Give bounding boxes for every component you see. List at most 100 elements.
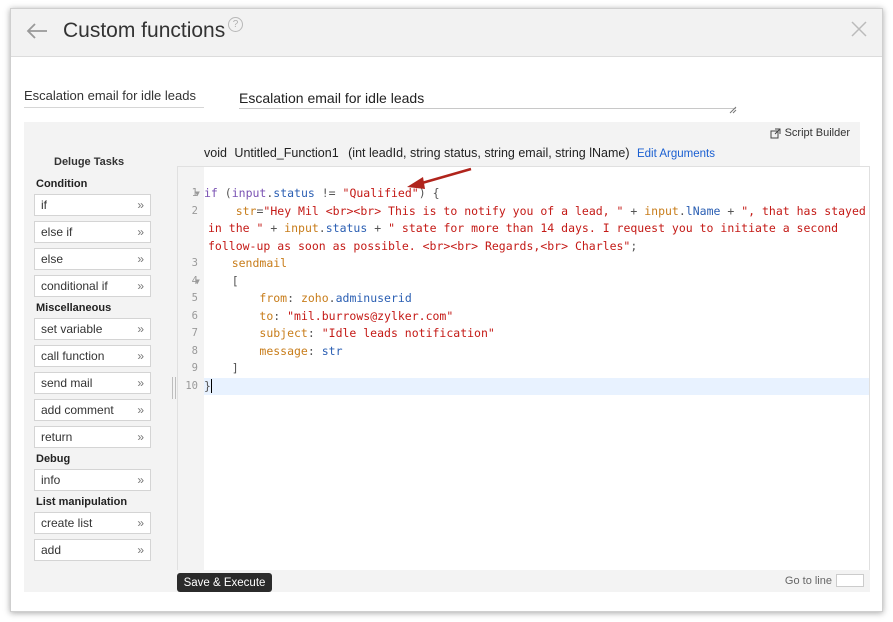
- line-number: 9: [191, 362, 198, 374]
- code-token: (: [217, 186, 232, 200]
- code-token: ]: [231, 361, 239, 375]
- task-label: return: [41, 430, 73, 444]
- code-token: "Hey Mil <br><br> This is to notify you …: [263, 203, 624, 218]
- code-token: +: [367, 221, 389, 235]
- save-execute-button[interactable]: Save & Execute: [177, 573, 272, 592]
- task-label: set variable: [41, 322, 103, 336]
- edit-arguments-link[interactable]: Edit Arguments: [637, 148, 715, 160]
- task-label: call function: [41, 349, 105, 363]
- fold-toggle-icon[interactable]: ▼: [195, 273, 200, 291]
- custom-functions-dialog: Custom functions ? Escalation email for …: [10, 8, 883, 612]
- code-token: from: [259, 291, 288, 305]
- line-number: 10: [185, 379, 198, 392]
- section-debug: Debug: [36, 453, 71, 465]
- code-line-3: 3 sendmail: [192, 255, 869, 273]
- script-builder-button[interactable]: Script Builder: [770, 127, 850, 139]
- section-miscellaneous: Miscellaneous: [36, 302, 112, 314]
- code-token: }: [204, 378, 211, 393]
- code-line-2: 2 str="Hey Mil <br><br> This is to notif…: [192, 203, 869, 256]
- double-chevron-right-icon: »: [137, 198, 144, 212]
- editor-footer: Save & Execute Go to line: [177, 570, 870, 592]
- code-line-9: 9 ]: [192, 360, 869, 378]
- task-set-variable[interactable]: set variable »: [34, 318, 151, 340]
- function-name-input[interactable]: [239, 87, 736, 109]
- code-token: :: [307, 326, 322, 340]
- code-token: +: [720, 203, 742, 218]
- tasks-list[interactable]: Condition if » else if » else » conditional…: [34, 176, 154, 588]
- code-token: str: [235, 203, 257, 218]
- code-line-4: 4 ▼ [: [192, 273, 869, 291]
- code-line-10: 10}: [185, 377, 869, 395]
- code-content[interactable]: 1 ▼ if (input.status != "Qualified") { 2 s…: [185, 185, 869, 395]
- task-else[interactable]: else »: [34, 248, 151, 270]
- code-token: input: [644, 203, 679, 218]
- deluge-tasks-panel: Deluge Tasks Condition if » else if » else…: [24, 146, 164, 592]
- code-token: message: [259, 343, 308, 358]
- back-arrow-icon[interactable]: [25, 21, 49, 41]
- double-chevron-right-icon: »: [137, 279, 144, 293]
- double-chevron-right-icon: »: [137, 543, 144, 557]
- line-number: 7: [191, 327, 198, 339]
- task-if[interactable]: if »: [34, 194, 151, 216]
- code-token: .: [328, 291, 336, 305]
- code-line-8: 8 message: str: [192, 343, 869, 361]
- code-token: "Idle leads notification": [321, 326, 495, 340]
- line-number: 3: [191, 257, 198, 269]
- code-editor[interactable]: 1 ▼ if (input.status != "Qualified") { 2 s…: [177, 166, 870, 592]
- task-create-list[interactable]: create list »: [34, 512, 151, 534]
- code-line-1: 1 ▼ if (input.status != "Qualified") {: [192, 185, 869, 203]
- script-editor-area: Script Builder void Untitled_Function1 (…: [24, 122, 870, 592]
- task-label: add comment: [41, 403, 114, 417]
- code-token: to: [259, 308, 274, 323]
- double-chevron-right-icon: »: [137, 376, 144, 390]
- double-chevron-right-icon: »: [137, 322, 144, 336]
- task-else-if[interactable]: else if »: [34, 221, 151, 243]
- code-token: !=: [314, 186, 343, 200]
- line-number: 2: [191, 204, 198, 217]
- code-token: +: [623, 203, 645, 218]
- code-token: lName: [685, 203, 721, 218]
- function-params: (int leadId, string status, string email…: [348, 146, 630, 160]
- code-token: if: [204, 186, 218, 200]
- close-icon[interactable]: [850, 20, 868, 38]
- goto-line-label: Go to line: [784, 575, 832, 587]
- task-conditional-if[interactable]: conditional if »: [34, 275, 151, 297]
- goto-line-input[interactable]: [836, 574, 864, 587]
- task-add[interactable]: add »: [34, 539, 151, 561]
- double-chevron-right-icon: »: [137, 252, 144, 266]
- section-list-manipulation: List manipulation: [36, 496, 128, 508]
- return-type: void: [204, 146, 227, 160]
- code-line-7: 7 subject: "Idle leads notification": [192, 325, 869, 343]
- task-add-comment[interactable]: add comment »: [34, 399, 151, 421]
- line-number: 5: [191, 292, 198, 304]
- help-icon[interactable]: ?: [228, 17, 243, 32]
- code-token: status: [325, 221, 368, 235]
- code-token: status: [273, 186, 315, 200]
- resize-grip-icon[interactable]: [729, 101, 737, 114]
- code-token: :: [287, 291, 301, 305]
- task-info[interactable]: info »: [34, 469, 151, 491]
- task-call-function[interactable]: call function »: [34, 345, 151, 367]
- function-signature: void Untitled_Function1 (int leadId, str…: [204, 146, 715, 160]
- double-chevron-right-icon: »: [137, 516, 144, 530]
- task-label: send mail: [41, 376, 93, 390]
- text-cursor: [210, 378, 212, 393]
- function-name-label: Escalation email for idle leads: [24, 88, 204, 108]
- script-builder-label: Script Builder: [784, 127, 850, 139]
- function-name: Untitled_Function1: [234, 146, 339, 160]
- task-label: else if: [41, 225, 73, 239]
- task-send-mail[interactable]: send mail »: [34, 372, 151, 394]
- code-token: input: [231, 186, 267, 200]
- external-link-icon: [770, 128, 781, 138]
- code-token: "Qualified": [342, 186, 419, 200]
- section-condition: Condition: [36, 178, 88, 190]
- code-token: adminuserid: [335, 291, 412, 305]
- task-return[interactable]: return »: [34, 426, 151, 448]
- dialog-header: Custom functions ?: [11, 9, 882, 57]
- code-token: ;: [630, 238, 638, 253]
- code-token: +: [263, 221, 285, 235]
- task-label: add: [41, 543, 62, 557]
- fold-toggle-icon[interactable]: ▼: [195, 185, 200, 203]
- double-chevron-right-icon: »: [137, 430, 144, 444]
- double-chevron-right-icon: »: [137, 473, 144, 487]
